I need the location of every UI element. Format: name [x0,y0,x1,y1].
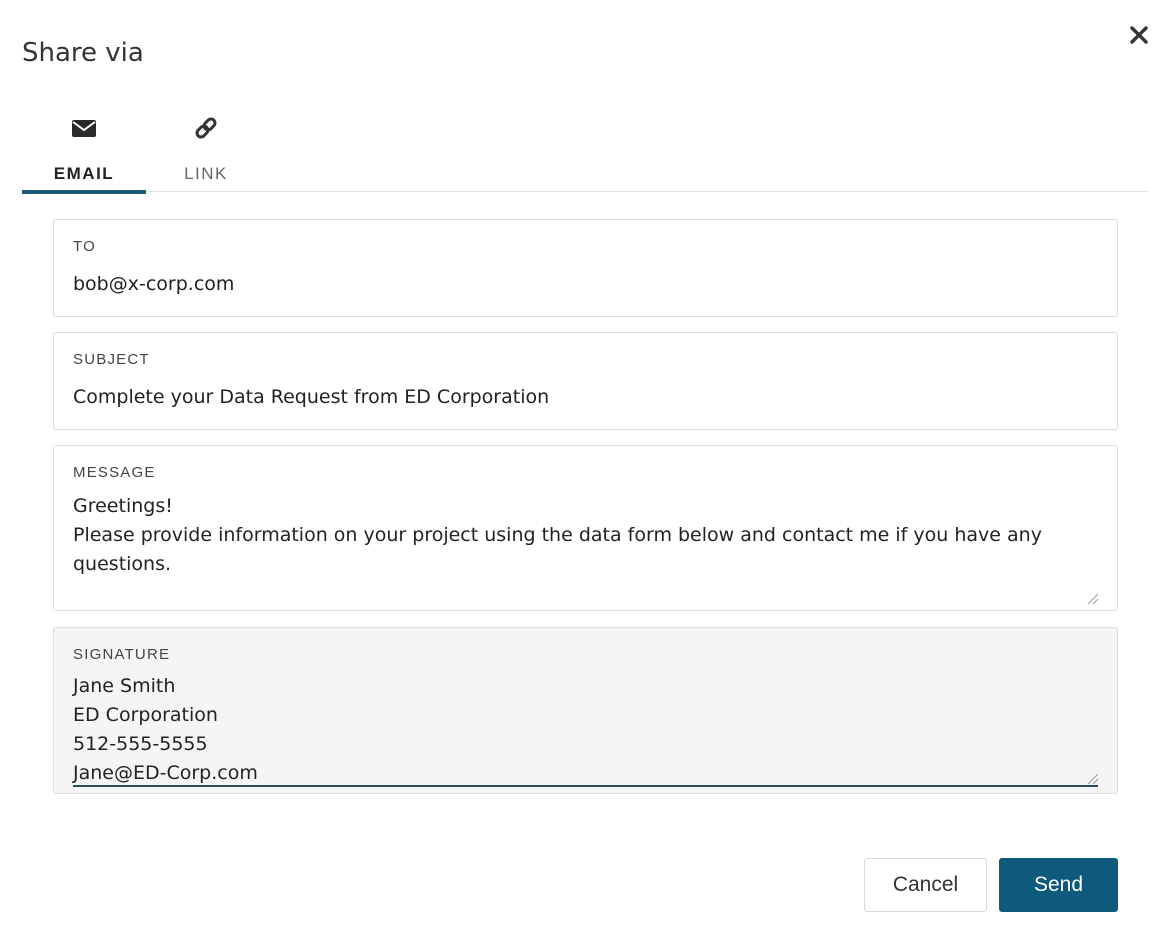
resize-handle-icon[interactable] [1085,770,1099,785]
dialog-title: Share via [22,38,144,68]
link-icon [193,116,219,140]
tab-email[interactable]: EMAIL [22,108,146,194]
active-tab-indicator [22,190,146,194]
signature-label: SIGNATURE [73,646,171,663]
message-field[interactable]: MESSAGE Greetings! Please provide inform… [53,445,1118,611]
share-dialog: Share via EMAIL LINK TO bob@x-corp.com S… [0,0,1166,950]
to-field[interactable]: TO bob@x-corp.com [53,219,1118,317]
message-label: MESSAGE [73,464,156,481]
subject-label: SUBJECT [73,351,150,368]
tab-email-label: EMAIL [53,164,115,183]
share-tabs: EMAIL LINK [22,108,1148,194]
cancel-button[interactable]: Cancel [864,858,987,912]
tab-link-label: LINK [184,164,228,183]
tab-link[interactable]: LINK [146,108,266,192]
resize-handle-icon[interactable] [1085,590,1099,605]
to-label: TO [73,238,96,255]
signature-textarea[interactable]: Jane Smith ED Corporation 512-555-5555 J… [73,672,1083,788]
message-textarea[interactable]: Greetings! Please provide information on… [73,492,1083,579]
to-input[interactable]: bob@x-corp.com [73,270,234,299]
subject-input[interactable]: Complete your Data Request from ED Corpo… [73,383,549,412]
focus-underline [73,785,1098,787]
envelope-icon [71,116,97,140]
close-icon[interactable] [1128,24,1150,46]
send-button[interactable]: Send [999,858,1118,912]
signature-field[interactable]: SIGNATURE Jane Smith ED Corporation 512-… [53,627,1118,794]
subject-field[interactable]: SUBJECT Complete your Data Request from … [53,332,1118,430]
